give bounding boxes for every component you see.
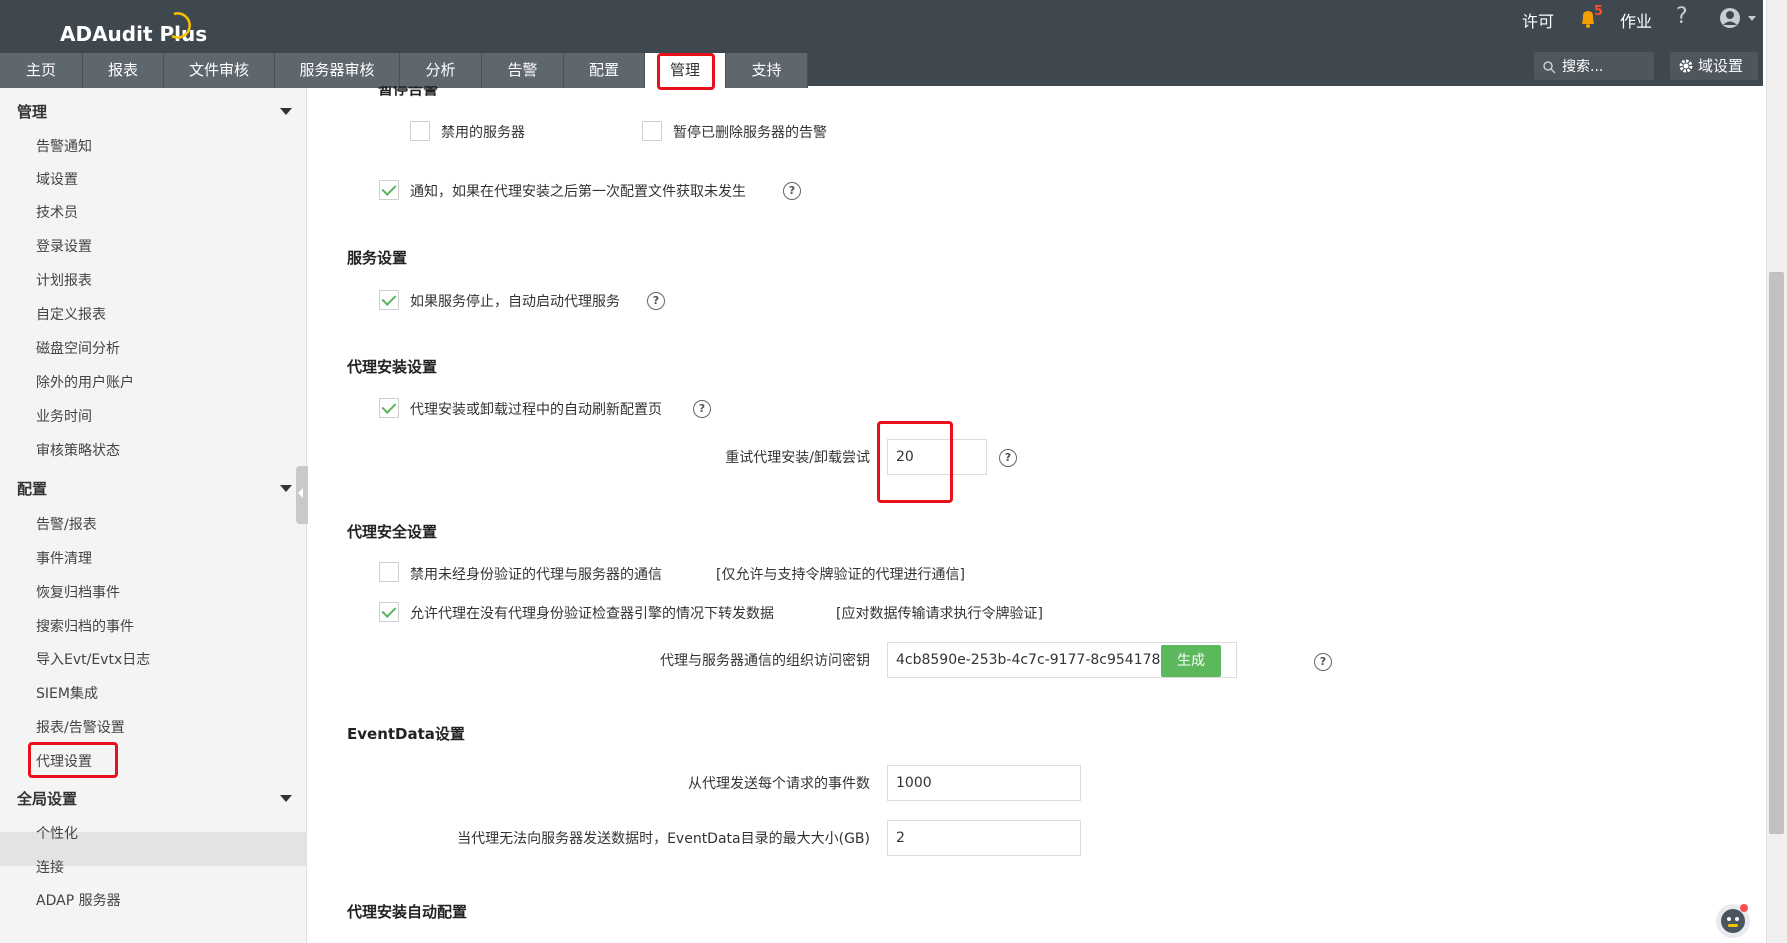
notification-count: 5 bbox=[1594, 4, 1604, 19]
retry-label: 重试代理安装/卸载尝试 bbox=[725, 450, 870, 466]
top-bar: ADAudit Plus 许可 5 作业 ? 主页 报表 文件审核 服务器审核 … bbox=[0, 0, 1764, 90]
help-icon[interactable]: ? bbox=[1314, 653, 1332, 671]
sidebar-item-logon-settings[interactable]: 登录设置 bbox=[36, 236, 92, 256]
sidebar-item-report-alert-settings[interactable]: 报表/告警设置 bbox=[36, 717, 125, 737]
sidebar: 管理 告警通知 域设置 技术员 登录设置 计划报表 自定义报表 磁盘空间分析 除… bbox=[0, 88, 308, 943]
gear-icon bbox=[1679, 59, 1693, 73]
sidebar-item-event-purge[interactable]: 事件清理 bbox=[36, 548, 92, 568]
sidebar-item-restore-archived[interactable]: 恢复归档事件 bbox=[36, 582, 120, 602]
sidebar-item-technicians[interactable]: 技术员 bbox=[36, 202, 78, 222]
license-link[interactable]: 许可 bbox=[1522, 8, 1554, 32]
notify-first-config-label: 通知，如果在代理安装之后第一次配置文件获取未发生 bbox=[410, 184, 746, 200]
sidebar-item-excluded-users[interactable]: 除外的用户账户 bbox=[36, 372, 134, 392]
search-icon bbox=[1543, 61, 1556, 74]
max-dir-size-label: 当代理无法向服务器发送数据时，EventData目录的最大大小(GB) bbox=[457, 831, 870, 847]
sidebar-section-configuration[interactable]: 配置 bbox=[17, 478, 47, 499]
chat-notification-dot bbox=[1740, 904, 1748, 912]
domain-settings-button[interactable]: 域设置 bbox=[1670, 52, 1758, 80]
sidebar-item-search-archived[interactable]: 搜索归档的事件 bbox=[36, 616, 134, 636]
sidebar-item-connection[interactable]: 连接 bbox=[36, 857, 64, 877]
logo-arc-icon bbox=[171, 12, 191, 39]
org-key-label: 代理与服务器通信的组织访问密钥 bbox=[660, 653, 870, 669]
section-heading-eventdata: EventData设置 bbox=[347, 725, 465, 743]
disabled-servers-label: 禁用的服务器 bbox=[441, 125, 525, 141]
search-input[interactable]: 搜索... bbox=[1562, 56, 1603, 76]
tab-server-audit[interactable]: 服务器审核 bbox=[275, 53, 400, 88]
chevron-down-icon[interactable] bbox=[280, 795, 292, 802]
events-per-request-input[interactable]: 1000 bbox=[887, 765, 1081, 801]
section-heading-security: 代理安全设置 bbox=[347, 523, 438, 541]
sidebar-item-alert-notification[interactable]: 告警通知 bbox=[36, 136, 92, 156]
sidebar-item-siem-integration[interactable]: SIEM集成 bbox=[36, 683, 98, 703]
sidebar-item-custom-reports[interactable]: 自定义报表 bbox=[36, 304, 106, 324]
sidebar-item-personalize[interactable]: 个性化 bbox=[36, 823, 78, 843]
chevron-down-icon[interactable] bbox=[280, 108, 292, 115]
disable-unauth-note: [仅允许与支持令牌验证的代理进行通信] bbox=[716, 567, 965, 583]
sidebar-collapse-handle[interactable] bbox=[296, 466, 308, 524]
tab-configuration[interactable]: 配置 bbox=[564, 53, 645, 88]
user-menu-icon[interactable] bbox=[1718, 6, 1764, 30]
tab-analytics[interactable]: 分析 bbox=[400, 53, 482, 88]
highlight-admin-tab bbox=[657, 53, 715, 90]
help-icon[interactable]: ? bbox=[999, 449, 1017, 467]
disable-unauth-label: 禁用未经身份验证的代理与服务器的通信 bbox=[410, 567, 662, 583]
search-box[interactable]: 搜索... bbox=[1534, 52, 1654, 80]
tab-support[interactable]: 支持 bbox=[726, 53, 808, 88]
section-heading-install: 代理安装设置 bbox=[347, 358, 438, 376]
section-heading-auto-config: 代理安装自动配置 bbox=[347, 903, 468, 921]
highlight-retry-input bbox=[877, 421, 953, 503]
events-per-request-label: 从代理发送每个请求的事件数 bbox=[688, 776, 870, 792]
disable-unauth-checkbox[interactable] bbox=[379, 562, 399, 582]
allow-forward-note: [应对数据传输请求执行令牌验证] bbox=[836, 606, 1043, 622]
tab-reports[interactable]: 报表 bbox=[83, 53, 164, 88]
sidebar-item-business-hours[interactable]: 业务时间 bbox=[36, 406, 92, 426]
sidebar-section-global-settings[interactable]: 全局设置 bbox=[17, 788, 77, 809]
chevron-left-icon bbox=[298, 488, 303, 498]
sidebar-item-disk-space-analysis[interactable]: 磁盘空间分析 bbox=[36, 338, 120, 358]
scrollbar-thumb[interactable] bbox=[1769, 272, 1784, 834]
max-dir-size-input[interactable]: 2 bbox=[887, 820, 1081, 856]
tab-alerts[interactable]: 告警 bbox=[482, 53, 564, 88]
jobs-link[interactable]: 作业 bbox=[1620, 8, 1652, 32]
highlight-agent-settings bbox=[28, 742, 118, 778]
help-icon[interactable]: ? bbox=[1676, 4, 1688, 29]
sidebar-section-admin[interactable]: 管理 bbox=[17, 101, 47, 122]
auto-refresh-label: 代理安装或卸载过程中的自动刷新配置页 bbox=[410, 402, 662, 418]
sidebar-item-import-evt[interactable]: 导入Evt/Evtx日志 bbox=[36, 649, 150, 669]
allow-forward-checkbox[interactable] bbox=[379, 602, 399, 622]
sidebar-item-alerts-reports[interactable]: 告警/报表 bbox=[36, 514, 97, 534]
generate-button[interactable]: 生成 bbox=[1161, 645, 1221, 677]
allow-forward-label: 允许代理在没有代理身份验证检查器引擎的情况下转发数据 bbox=[410, 606, 774, 622]
help-icon[interactable]: ? bbox=[693, 400, 711, 418]
suspend-deleted-label: 暂停已删除服务器的告警 bbox=[673, 125, 827, 141]
chevron-down-icon[interactable] bbox=[280, 485, 292, 492]
tab-home[interactable]: 主页 bbox=[0, 53, 83, 88]
sidebar-item-schedule-reports[interactable]: 计划报表 bbox=[36, 270, 92, 290]
help-icon[interactable]: ? bbox=[647, 292, 665, 310]
suspend-deleted-checkbox[interactable] bbox=[642, 121, 662, 141]
help-icon[interactable]: ? bbox=[783, 182, 801, 200]
disabled-servers-checkbox[interactable] bbox=[410, 121, 430, 141]
section-heading-service: 服务设置 bbox=[347, 249, 408, 267]
sidebar-item-audit-policy-status[interactable]: 审核策略状态 bbox=[36, 440, 120, 460]
tab-file-audit[interactable]: 文件审核 bbox=[164, 53, 275, 88]
domain-settings-label: 域设置 bbox=[1698, 57, 1744, 75]
auto-refresh-checkbox[interactable] bbox=[379, 398, 399, 418]
auto-restart-checkbox[interactable] bbox=[379, 290, 399, 310]
sidebar-item-adap-server[interactable]: ADAP 服务器 bbox=[36, 890, 121, 910]
notify-first-config-checkbox[interactable] bbox=[379, 180, 399, 200]
sidebar-item-domain-settings[interactable]: 域设置 bbox=[36, 169, 78, 189]
auto-restart-label: 如果服务停止，自动启动代理服务 bbox=[410, 294, 620, 310]
